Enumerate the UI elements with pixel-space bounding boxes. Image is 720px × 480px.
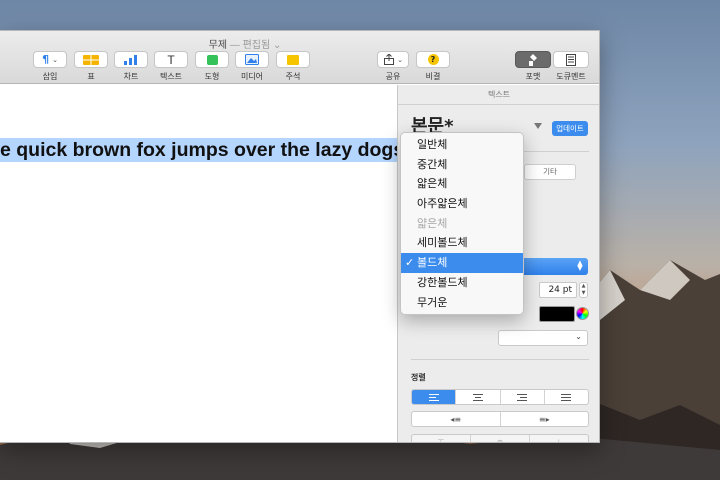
popup-arrows-icon: ▲ ▼ (577, 259, 583, 272)
align-bottom-button[interactable]: ⊥ (530, 435, 588, 443)
selected-text[interactable]: e quick brown fox jumps over the lazy do… (0, 138, 414, 162)
shape-button[interactable]: 도형 (195, 51, 229, 85)
increase-indent-button[interactable]: ≡▸ (501, 412, 589, 426)
comment-button[interactable]: 주석 (276, 51, 310, 85)
text-label: 텍스트 (159, 72, 183, 81)
menu-item-label: 일반체 (417, 138, 448, 151)
share-button[interactable]: ⌄ 공유 (377, 51, 409, 85)
media-button[interactable]: 미디어 (235, 51, 269, 85)
chevron-down-icon: ⌄ (272, 40, 282, 51)
share-label: 공유 (385, 72, 401, 81)
vertical-align-segmented-control: ⊤ ⊕ ⊥ (411, 434, 589, 443)
shape-label: 도형 (204, 72, 220, 81)
toolbar: 무제 — 편집됨 ⌄ ¶ ⌄ 삽입 표 차트 T 텍스트 도형 미디어 주석 ⌄… (0, 31, 599, 85)
menu-item-label: 강한볼드체 (417, 275, 468, 289)
alignment-segmented-control (411, 389, 589, 405)
tips-icon: ? (416, 51, 450, 68)
document-title[interactable]: 무제 — 편집됨 ⌄ (0, 36, 490, 51)
document-title-name: 무제 (208, 40, 228, 51)
document-label: 도큐멘트 (556, 72, 586, 81)
media-icon (235, 51, 269, 68)
menu-item[interactable]: 얇은체 (401, 174, 523, 194)
format-button[interactable]: 포맷 (515, 51, 551, 85)
chart-button[interactable]: 차트 (114, 51, 148, 85)
shape-icon (195, 51, 229, 68)
indent-segmented-control: ◂≡ ≡▸ (411, 411, 589, 427)
text-button[interactable]: T 텍스트 (154, 51, 188, 85)
comment-label: 주석 (285, 72, 301, 81)
document-icon (553, 51, 589, 68)
text-color-well[interactable] (539, 306, 575, 322)
divider (411, 359, 589, 360)
menu-item-label: 아주얇은체 (417, 197, 468, 211)
insert-button[interactable]: ¶ ⌄ 삽입 (33, 51, 67, 85)
table-icon (74, 51, 108, 68)
align-right-button[interactable] (501, 390, 545, 404)
tips-label: 비결 (425, 72, 441, 81)
text-icon: T (154, 51, 188, 68)
table-button[interactable]: 표 (74, 51, 108, 85)
align-middle-button[interactable]: ⊕ (471, 435, 530, 442)
character-style-popup[interactable]: ⌄ (498, 330, 588, 346)
tips-button[interactable]: ? 비결 (416, 51, 450, 85)
checkmark-icon: ✓ (405, 256, 415, 270)
menu-item[interactable]: 중간체 (401, 155, 523, 175)
font-size-stepper[interactable]: ▲ ▼ (579, 282, 588, 298)
menu-item-label: 볼드체 (417, 256, 448, 270)
format-brush-icon (515, 51, 551, 68)
align-top-button[interactable]: ⊤ (412, 435, 471, 442)
align-left-button[interactable] (412, 390, 457, 404)
menu-item-label: 중간체 (417, 157, 448, 171)
document-button[interactable]: 도큐멘트 (553, 51, 589, 85)
chart-label: 차트 (123, 72, 139, 81)
color-wheel-icon[interactable] (576, 307, 589, 320)
inspector-tab-text[interactable]: 텍스트 (398, 85, 599, 105)
menu-item-label: 얇은체 (417, 177, 448, 191)
decrease-indent-button[interactable]: ◂≡ (412, 412, 501, 426)
menu-item-label: 무거운 (417, 295, 448, 309)
paragraph-icon: ¶ ⌄ (33, 51, 67, 68)
chevron-down-icon[interactable] (534, 123, 542, 129)
chevron-down-icon: ⌄ (575, 332, 582, 341)
menu-item-label: 얇은체 (417, 216, 448, 230)
menu-item[interactable]: 무거운 (401, 293, 523, 313)
font-size-field[interactable]: 24 pt (539, 282, 577, 298)
chart-icon (114, 51, 148, 68)
format-label: 포맷 (525, 72, 541, 81)
menu-item[interactable]: 강한볼드체 (401, 273, 523, 293)
menu-item[interactable]: 세미볼드체 (401, 233, 523, 253)
title-separator: — (227, 40, 243, 51)
font-weight-menu: 일반체 중간체 얇은체 아주얇은체 얇은체 세미볼드체 ✓ 볼드체 강한볼드체 무… (400, 132, 524, 315)
align-center-button[interactable] (456, 390, 501, 404)
menu-item[interactable]: 아주얇은체 (401, 194, 523, 214)
tab-other[interactable]: 기타 (524, 164, 576, 180)
align-justify-button[interactable] (545, 390, 588, 404)
document-edited-status: 편집됨 (242, 40, 271, 51)
update-style-button[interactable]: 업데이트 (552, 121, 588, 136)
menu-item[interactable]: 일반체 (401, 135, 523, 155)
comment-icon (276, 51, 310, 68)
document-canvas[interactable]: e quick brown fox jumps over the lazy do… (0, 85, 414, 442)
menu-item-label: 세미볼드체 (417, 236, 468, 250)
menu-item-selected[interactable]: ✓ 볼드체 (401, 253, 523, 273)
media-label: 미디어 (240, 72, 264, 81)
alignment-section-label: 정렬 (411, 373, 426, 382)
insert-label: 삽입 (42, 72, 58, 81)
menu-item-disabled: 얇은체 (401, 214, 523, 234)
table-label: 표 (87, 72, 95, 81)
share-icon: ⌄ (377, 51, 409, 68)
